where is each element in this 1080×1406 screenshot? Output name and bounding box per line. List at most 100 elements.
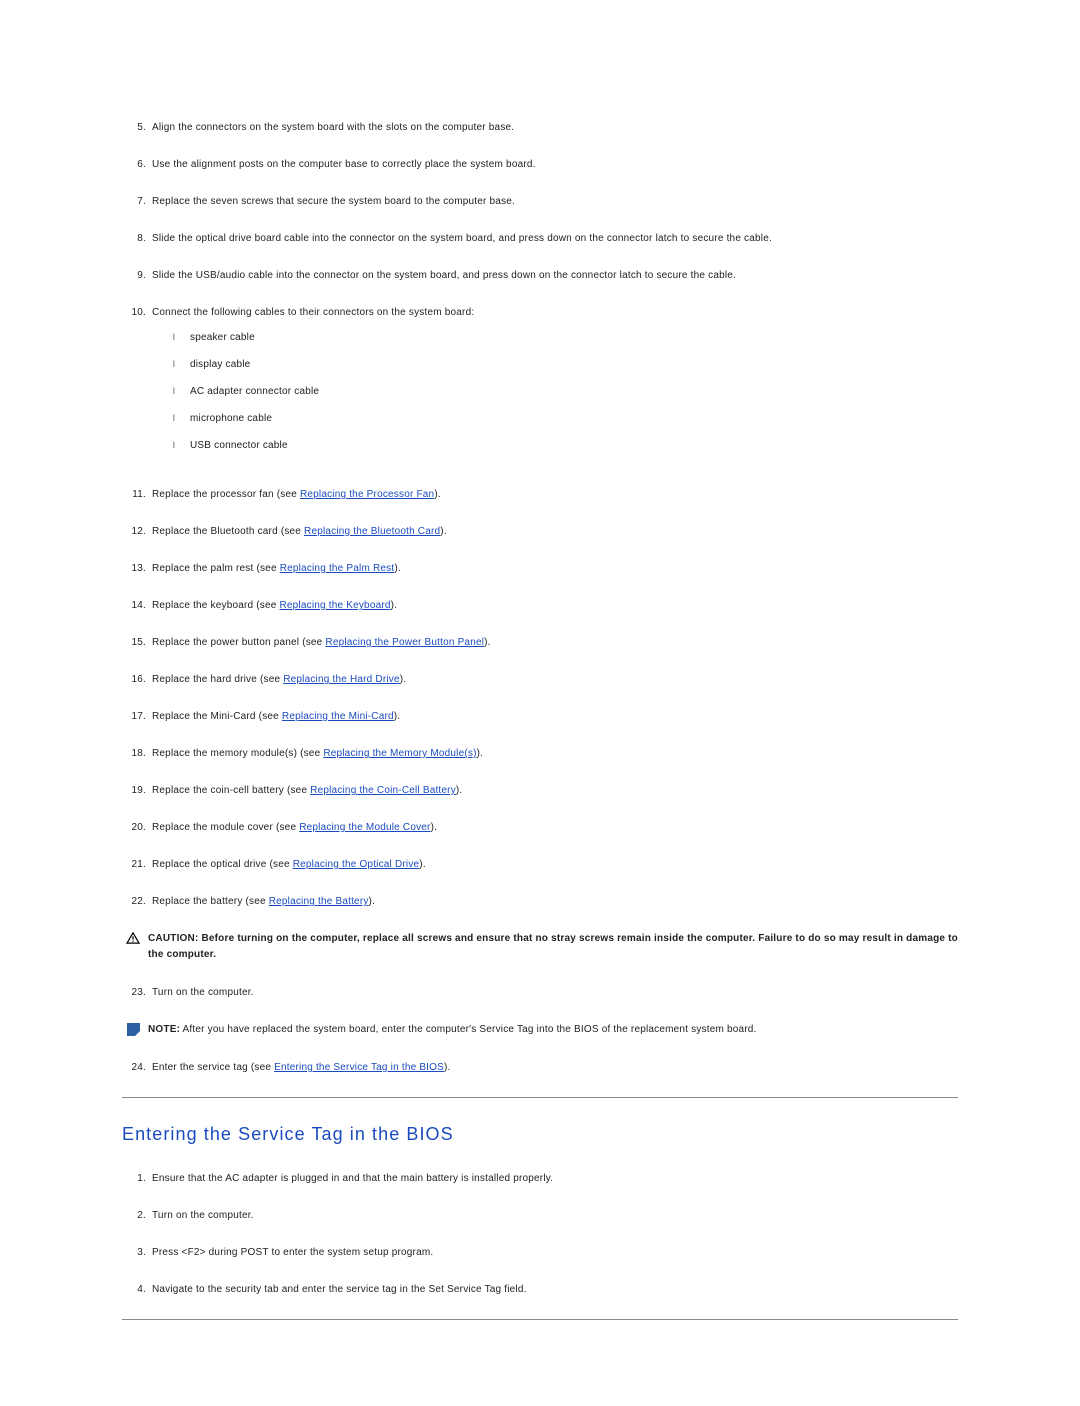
step-number: 4. <box>122 1282 146 1297</box>
xref-link[interactable]: Replacing the Memory Module(s) <box>323 748 476 759</box>
step-text-post: ). <box>394 711 401 722</box>
bios-step-1: 1. Ensure that the AC adapter is plugged… <box>122 1171 958 1186</box>
bullet-marker: l <box>168 358 180 372</box>
step-text-post: ). <box>434 489 441 500</box>
step-number: 2. <box>122 1208 146 1223</box>
step-number: 15. <box>122 635 146 650</box>
sublist-item: l display cable <box>168 357 958 372</box>
step-text: Slide the optical drive board cable into… <box>152 231 958 246</box>
step-text: Replace the battery (see <box>152 896 269 907</box>
step-16: 16. Replace the hard drive (see Replacin… <box>122 672 958 687</box>
step-5: 5. Align the connectors on the system bo… <box>122 120 958 135</box>
step-body: Replace the palm rest (see Replacing the… <box>152 561 958 576</box>
step-number: 12. <box>122 524 146 539</box>
step-text: Replace the palm rest (see <box>152 563 280 574</box>
step-text: Turn on the computer. <box>152 985 958 1000</box>
xref-link[interactable]: Replacing the Processor Fan <box>300 489 434 500</box>
cable-sublist: l speaker cable l display cable l AC adapte… <box>168 330 958 453</box>
step-number: 24. <box>122 1060 146 1075</box>
sublist-text: AC adapter connector cable <box>190 384 319 399</box>
step-text: Turn on the computer. <box>152 1208 958 1223</box>
xref-link[interactable]: Replacing the Bluetooth Card <box>304 526 440 537</box>
step-body: Replace the memory module(s) (see Replac… <box>152 746 958 761</box>
step-19: 19. Replace the coin-cell battery (see R… <box>122 783 958 798</box>
section-heading: Entering the Service Tag in the BIOS <box>122 1124 958 1145</box>
step-text-post: ). <box>369 896 376 907</box>
step-8: 8. Slide the optical drive board cable i… <box>122 231 958 246</box>
step-21: 21. Replace the optical drive (see Repla… <box>122 857 958 872</box>
xref-link[interactable]: Replacing the Coin-Cell Battery <box>310 785 456 796</box>
step-text-post: ). <box>391 600 398 611</box>
xref-link[interactable]: Entering the Service Tag in the BIOS <box>274 1062 444 1073</box>
step-24: 24. Enter the service tag (see Entering … <box>122 1060 958 1075</box>
step-text: Replace the hard drive (see <box>152 674 283 685</box>
step-number: 1. <box>122 1171 146 1186</box>
step-text-post: ). <box>484 637 491 648</box>
step-text: Ensure that the AC adapter is plugged in… <box>152 1171 958 1186</box>
step-17: 17. Replace the Mini-Card (see Replacing… <box>122 709 958 724</box>
step-number: 7. <box>122 194 146 209</box>
xref-link[interactable]: Replacing the Optical Drive <box>293 859 420 870</box>
step-text-post: ). <box>477 748 484 759</box>
step-number: 20. <box>122 820 146 835</box>
step-body: Replace the coin-cell battery (see Repla… <box>152 783 958 798</box>
step-text: Replace the keyboard (see <box>152 600 280 611</box>
note-callout: NOTE: After you have replaced the system… <box>122 1022 958 1038</box>
step-14: 14. Replace the keyboard (see Replacing … <box>122 598 958 613</box>
bullet-marker: l <box>168 331 180 345</box>
step-text-post: ). <box>400 674 407 685</box>
xref-link[interactable]: Replacing the Mini-Card <box>282 711 394 722</box>
caution-label: CAUTION: <box>148 933 198 944</box>
step-23: 23. Turn on the computer. <box>122 985 958 1000</box>
step-body: Replace the Mini-Card (see Replacing the… <box>152 709 958 724</box>
sublist-text: speaker cable <box>190 330 255 345</box>
step-text: Replace the processor fan (see <box>152 489 300 500</box>
step-10: 10. Connect the following cables to thei… <box>122 305 958 465</box>
xref-link[interactable]: Replacing the Battery <box>269 896 369 907</box>
xref-link[interactable]: Replacing the Palm Rest <box>280 563 395 574</box>
note-text: NOTE: After you have replaced the system… <box>144 1022 958 1038</box>
step-18: 18. Replace the memory module(s) (see Re… <box>122 746 958 761</box>
step-body: Enter the service tag (see Entering the … <box>152 1060 958 1075</box>
xref-link[interactable]: Replacing the Module Cover <box>299 822 430 833</box>
bios-step-3: 3. Press <F2> during POST to enter the s… <box>122 1245 958 1260</box>
sublist-item: lmicrophone cable <box>168 411 958 426</box>
step-11: 11. Replace the processor fan (see Repla… <box>122 487 958 502</box>
caution-icon <box>122 931 144 963</box>
procedure-list-bios: 1. Ensure that the AC adapter is plugged… <box>122 1171 958 1297</box>
xref-link[interactable]: Replacing the Keyboard <box>280 600 391 611</box>
note-icon <box>122 1022 144 1038</box>
step-text: Slide the USB/audio cable into the conne… <box>152 268 958 283</box>
section-divider <box>122 1097 958 1098</box>
bullet-marker: l <box>168 385 180 399</box>
xref-link[interactable]: Replacing the Power Button Panel <box>325 637 484 648</box>
step-6: 6. Use the alignment posts on the comput… <box>122 157 958 172</box>
step-20: 20. Replace the module cover (see Replac… <box>122 820 958 835</box>
step-text-post: ). <box>431 822 438 833</box>
note-body: After you have replaced the system board… <box>180 1024 756 1035</box>
step-number: 21. <box>122 857 146 872</box>
section-divider <box>122 1319 958 1320</box>
procedure-continued-2: 24. Enter the service tag (see Entering … <box>122 1060 958 1075</box>
xref-link[interactable]: Replacing the Hard Drive <box>283 674 400 685</box>
step-number: 16. <box>122 672 146 687</box>
step-text: Replace the seven screws that secure the… <box>152 194 958 209</box>
step-text-post: ). <box>444 1062 451 1073</box>
step-body: Replace the optical drive (see Replacing… <box>152 857 958 872</box>
step-body: Replace the battery (see Replacing the B… <box>152 894 958 909</box>
step-12: 12. Replace the Bluetooth card (see Repl… <box>122 524 958 539</box>
step-number: 8. <box>122 231 146 246</box>
step-body: Replace the power button panel (see Repl… <box>152 635 958 650</box>
step-text: Press <F2> during POST to enter the syst… <box>152 1245 958 1260</box>
sublist-text: USB connector cable <box>190 438 288 453</box>
step-body: Replace the Bluetooth card (see Replacin… <box>152 524 958 539</box>
sublist-text: display cable <box>190 357 250 372</box>
step-text: Replace the power button panel (see <box>152 637 325 648</box>
step-text-post: ). <box>456 785 463 796</box>
step-text: Connect the following cables to their co… <box>152 307 474 318</box>
caution-body: Before turning on the computer, replace … <box>148 933 958 960</box>
procedure-continued: 23. Turn on the computer. <box>122 985 958 1000</box>
step-7: 7. Replace the seven screws that secure … <box>122 194 958 209</box>
step-text: Use the alignment posts on the computer … <box>152 157 958 172</box>
step-text-post: ). <box>419 859 426 870</box>
